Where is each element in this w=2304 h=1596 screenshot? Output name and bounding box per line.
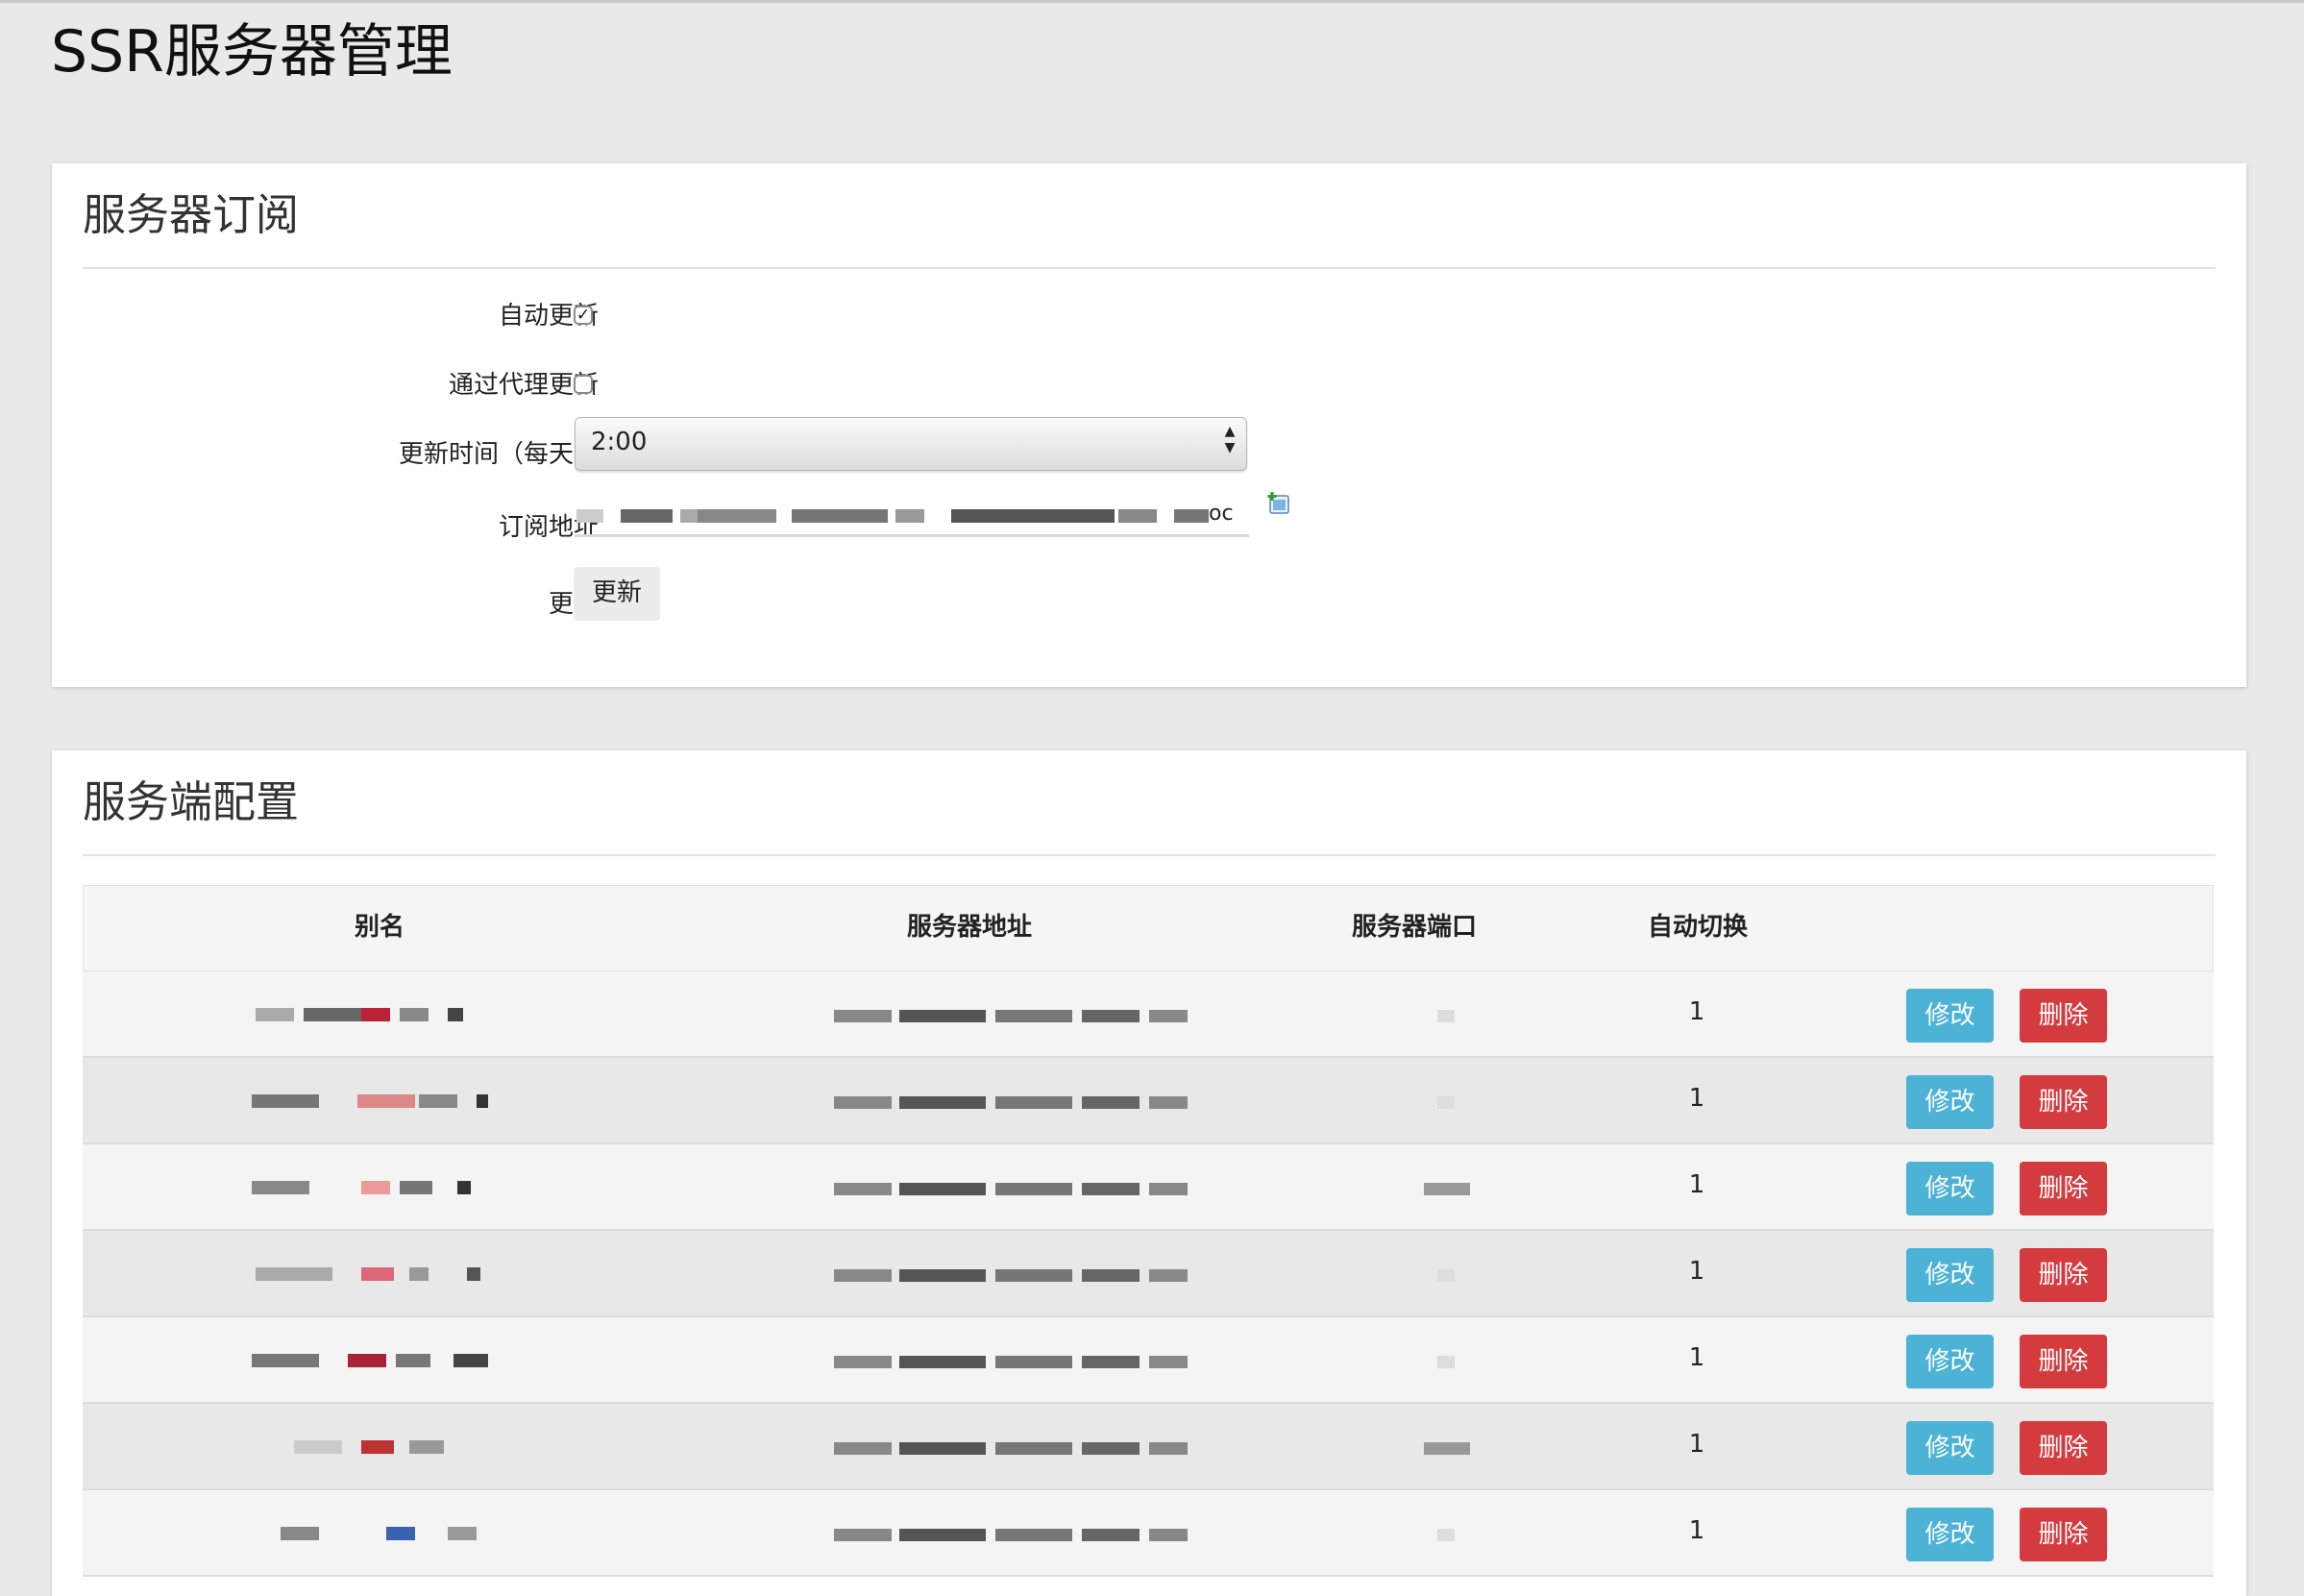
subscription-url-row: 订阅地址 oc [52,492,2246,550]
table-row: 1 修改 删除 [83,1144,2214,1231]
window-top-border [0,0,2304,3]
edit-button[interactable]: 修改 [1906,1508,1994,1561]
delete-button[interactable]: 删除 [2020,989,2107,1043]
address-redacted [83,1317,1332,1404]
edit-button[interactable]: 修改 [1906,989,1994,1043]
address-redacted [83,1058,1332,1144]
port-redacted [1424,1442,1470,1455]
auto-switch-value: 1 [1688,1430,1705,1459]
auto-update-row: 自动更新 ✓ [52,294,2246,332]
proxy-update-row: 通过代理更新 [52,363,2246,402]
auto-switch-value: 1 [1688,1516,1705,1545]
table-row: 1 修改 删除 [83,1490,2214,1577]
page-title: SSR服务器管理 [51,18,453,86]
update-button[interactable]: 更新 [574,567,660,621]
subscription-panel: 服务器订阅 自动更新 ✓ 通过代理更新 更新时间（每天） 2:00 ▲ ▼ 订阅地… [52,163,2246,687]
table-row: 1 修改 删除 [83,1404,2214,1490]
edit-button[interactable]: 修改 [1906,1162,1994,1215]
subscription-url-input[interactable]: oc [575,492,1249,537]
column-alias: 别名 [354,913,404,942]
table-row: 1 修改 删除 [83,1058,2214,1144]
address-redacted [83,1144,1332,1231]
column-server-port: 服务器端口 [1351,913,1477,942]
auto-switch-value: 1 [1688,997,1705,1026]
address-redacted [83,1404,1332,1490]
add-subscription-icon[interactable] [1267,492,1290,515]
auto-switch-value: 1 [1688,1170,1705,1199]
divider [83,267,2216,269]
edit-button[interactable]: 修改 [1906,1335,1994,1388]
table-row: 1 修改 删除 [83,1317,2214,1404]
delete-button[interactable]: 删除 [2020,1075,2107,1129]
column-server-address: 服务器地址 [906,913,1032,942]
column-auto-switch: 自动切换 [1647,913,1748,942]
update-time-row: 更新时间（每天） 2:00 ▲ ▼ [52,417,2246,475]
subscription-url-suffix: oc [1209,502,1234,526]
port-redacted [1437,1096,1455,1109]
update-row: 更新 更新 [52,567,2246,625]
delete-button[interactable]: 删除 [2020,1508,2107,1561]
auto-update-checkbox[interactable]: ✓ [574,306,593,325]
port-redacted [1437,1529,1455,1541]
address-redacted [83,1231,1332,1317]
auto-switch-value: 1 [1688,1084,1705,1113]
edit-button[interactable]: 修改 [1906,1248,1994,1302]
table-row: 1 修改 删除 [83,1231,2214,1317]
delete-button[interactable]: 删除 [2020,1162,2107,1215]
update-time-label: 更新时间（每天） [398,440,599,469]
port-redacted [1437,1269,1455,1282]
table-header: 别名 服务器地址 服务器端口 自动切换 [83,885,2214,971]
edit-button[interactable]: 修改 [1906,1075,1994,1129]
subscription-title: 服务器订阅 [83,189,300,240]
edit-button[interactable]: 修改 [1906,1421,1994,1475]
delete-button[interactable]: 删除 [2020,1335,2107,1388]
port-redacted [1437,1356,1455,1368]
port-redacted [1424,1183,1470,1195]
update-time-select[interactable]: 2:00 ▲ ▼ [575,417,1247,471]
delete-button[interactable]: 删除 [2020,1421,2107,1475]
proxy-update-checkbox[interactable] [574,375,593,394]
delete-button[interactable]: 删除 [2020,1248,2107,1302]
address-redacted [83,1490,1332,1577]
divider [83,854,2216,856]
port-redacted [1437,1010,1455,1022]
auto-switch-value: 1 [1688,1257,1705,1286]
select-arrows-icon: ▲ ▼ [1224,424,1236,455]
table-row: 1 修改 删除 [83,971,2214,1058]
auto-switch-value: 1 [1688,1343,1705,1372]
update-time-value: 2:00 [591,428,648,456]
server-config-panel: 服务端配置 别名 服务器地址 服务器端口 自动切换 1 修改 删除 1 修改 删除 1 修改删… [52,750,2246,1596]
address-redacted [83,971,1332,1058]
server-config-title: 服务端配置 [83,776,300,827]
